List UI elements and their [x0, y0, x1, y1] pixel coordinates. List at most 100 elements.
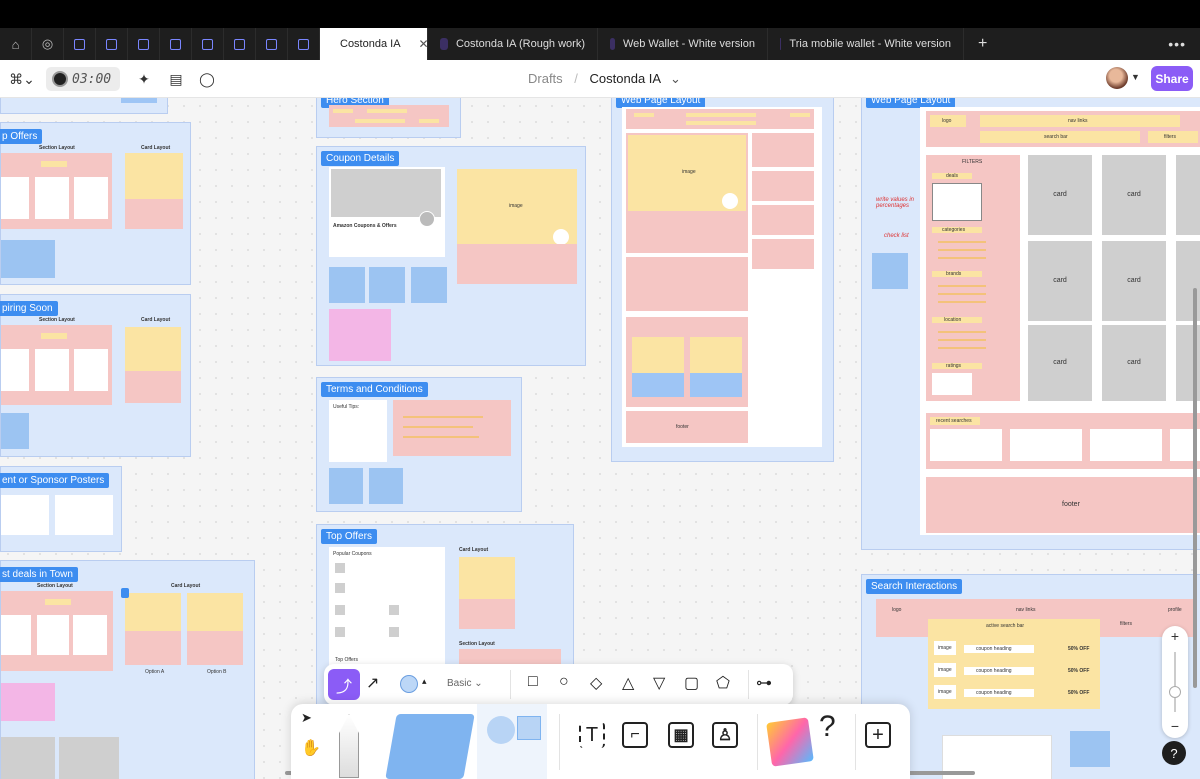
- filter-brands: brands: [932, 271, 982, 277]
- card-body: [125, 371, 181, 403]
- rectangle-icon[interactable]: □: [528, 673, 538, 691]
- search-interactions-frame[interactable]: Search Interactions logo nav links profi…: [861, 574, 1200, 779]
- question-thumbs-icon[interactable]: ?: [819, 710, 836, 744]
- tab-label: Costonda IA (Rough work): [455, 38, 585, 50]
- text-tool-icon[interactable]: T: [579, 722, 605, 748]
- stamp-tool-icon[interactable]: ♙: [712, 722, 738, 748]
- chevron-up-icon[interactable]: ▴: [422, 676, 427, 687]
- filters-box: filters: [1148, 131, 1198, 143]
- breadcrumb-drafts[interactable]: Drafts: [528, 71, 563, 86]
- more-icon[interactable]: •••: [1168, 36, 1186, 52]
- timer-value: 03:00: [72, 71, 112, 87]
- card-label: card: [1053, 191, 1067, 198]
- search-bar: [355, 119, 405, 123]
- mindmap-icon[interactable]: ⊶: [756, 673, 772, 693]
- card-image: [125, 153, 183, 199]
- section-label: ent or Sponsor Posters: [0, 473, 110, 488]
- heading-bar: [41, 161, 67, 167]
- file-tab-icon[interactable]: [96, 28, 128, 60]
- triangle-icon[interactable]: △: [622, 673, 634, 693]
- file-tab-icon[interactable]: [288, 28, 320, 60]
- hero-section-frame[interactable]: Hero Section: [316, 98, 461, 138]
- rounded-rectangle-icon[interactable]: ▢: [684, 673, 699, 693]
- terms-conditions-frame[interactable]: Terms and Conditions Useful Tips:: [316, 377, 522, 512]
- tab-tria-mobile[interactable]: Tria mobile wallet - White version: [768, 28, 964, 60]
- card-placeholder: card: [1028, 241, 1092, 321]
- card-body: [125, 199, 183, 229]
- image-placeholder: [59, 737, 119, 779]
- file-tab-icon[interactable]: [224, 28, 256, 60]
- card-image: [690, 337, 742, 373]
- zoom-track[interactable]: [1174, 652, 1176, 712]
- left-section-top-offers[interactable]: p Offers Section Layout Card Layout: [0, 122, 191, 285]
- diamond-icon[interactable]: ◇: [590, 673, 602, 693]
- thumb: [335, 583, 345, 593]
- logo-circle: [722, 193, 738, 209]
- chevron-down-icon[interactable]: ▼: [1131, 72, 1140, 82]
- deals-dropdown: [932, 183, 982, 221]
- triangle-down-icon[interactable]: ▽: [653, 673, 665, 693]
- close-icon[interactable]: ✕: [419, 37, 427, 51]
- sticky-note-stack-icon[interactable]: [385, 714, 475, 779]
- file-tab-icon[interactable]: [128, 28, 160, 60]
- profile-label: profile: [1168, 607, 1182, 613]
- ai-sparkle-icon[interactable]: ✦: [134, 68, 154, 90]
- web-page-layout-frame-1[interactable]: Web Page Layout image footer: [611, 98, 834, 462]
- avatar[interactable]: [1106, 67, 1128, 89]
- arrow-line-icon[interactable]: ↗: [366, 673, 379, 693]
- chevron-down-icon: ⌄: [474, 678, 483, 689]
- connector-icon[interactable]: ⤴: [328, 669, 360, 700]
- help-button[interactable]: ?: [1162, 741, 1186, 765]
- timer-widget[interactable]: 03:00: [46, 67, 120, 91]
- table-tool-icon[interactable]: ▦: [668, 722, 694, 748]
- top-offers-small-label: Top Offers: [335, 657, 358, 663]
- pointer-icon[interactable]: ➤: [301, 710, 312, 726]
- tab-web-wallet[interactable]: Web Wallet - White version: [598, 28, 768, 60]
- nav-links-label: nav links: [1068, 118, 1088, 124]
- left-section-expiring-soon[interactable]: piring Soon Section Layout Card Layout: [0, 294, 191, 457]
- shapes-tool-bg[interactable]: [477, 704, 547, 779]
- timer-dial-icon: [52, 71, 68, 87]
- checkbox-row: [938, 301, 986, 303]
- comment-icon[interactable]: ◯: [197, 68, 217, 90]
- chevron-down-icon[interactable]: ⌄: [670, 71, 681, 86]
- main-menu-icon[interactable]: ⌘⌄: [9, 68, 35, 90]
- style-dropdown[interactable]: Basic ⌄: [447, 678, 483, 689]
- more-tools-plus-icon[interactable]: +: [865, 722, 891, 748]
- share-button[interactable]: Share: [1151, 66, 1193, 91]
- circle-icon[interactable]: ○: [559, 673, 569, 691]
- recent-searches-block: recent searches: [926, 413, 1200, 469]
- left-top-frame[interactable]: [0, 98, 168, 114]
- nav-links-label: nav links: [1016, 607, 1036, 613]
- hand-icon[interactable]: ✋: [301, 738, 321, 758]
- file-tab-icon[interactable]: [256, 28, 288, 60]
- file-tab-icon[interactable]: [64, 28, 96, 60]
- file-tab-icon[interactable]: [192, 28, 224, 60]
- vertical-scrollbar[interactable]: [1193, 288, 1197, 688]
- section-tool-icon[interactable]: ⌐: [622, 722, 648, 748]
- sticker-pack-icon[interactable]: [766, 717, 814, 767]
- sticky-note: [121, 98, 157, 103]
- new-tab-button[interactable]: +: [964, 35, 1001, 53]
- file-tab-icon[interactable]: [160, 28, 192, 60]
- web-page-layout-frame-2[interactable]: Web Page Layout logo nav links search ba…: [861, 98, 1200, 550]
- zoom-slider-handle[interactable]: [1169, 686, 1181, 698]
- pen-icon[interactable]: [339, 714, 359, 778]
- zoom-out-button[interactable]: −: [1162, 718, 1188, 734]
- coupon-details-frame[interactable]: Coupon Details Amazon Coupons & Offers i…: [316, 146, 586, 366]
- divider: [510, 670, 511, 699]
- fill-color-swatch[interactable]: [400, 675, 418, 693]
- coupon-heading-label: coupon heading: [976, 690, 1012, 696]
- section-label: Coupon Details: [321, 151, 400, 166]
- home-icon[interactable]: ⌂: [0, 28, 32, 60]
- logo-bar: [634, 113, 654, 117]
- globe-icon[interactable]: ◎: [32, 28, 64, 60]
- zoom-in-button[interactable]: +: [1162, 628, 1188, 644]
- file-name[interactable]: Costonda IA: [590, 71, 661, 86]
- layout-panel-icon[interactable]: ▤: [166, 68, 186, 90]
- tag-shape-icon[interactable]: ⬠: [716, 673, 730, 693]
- left-section-posters[interactable]: ent or Sponsor Posters: [0, 466, 122, 552]
- tab-costonda-ia[interactable]: Costonda IA ✕: [320, 28, 428, 60]
- logo-box: logo: [930, 115, 966, 127]
- tab-rough-work[interactable]: Costonda IA (Rough work): [428, 28, 598, 60]
